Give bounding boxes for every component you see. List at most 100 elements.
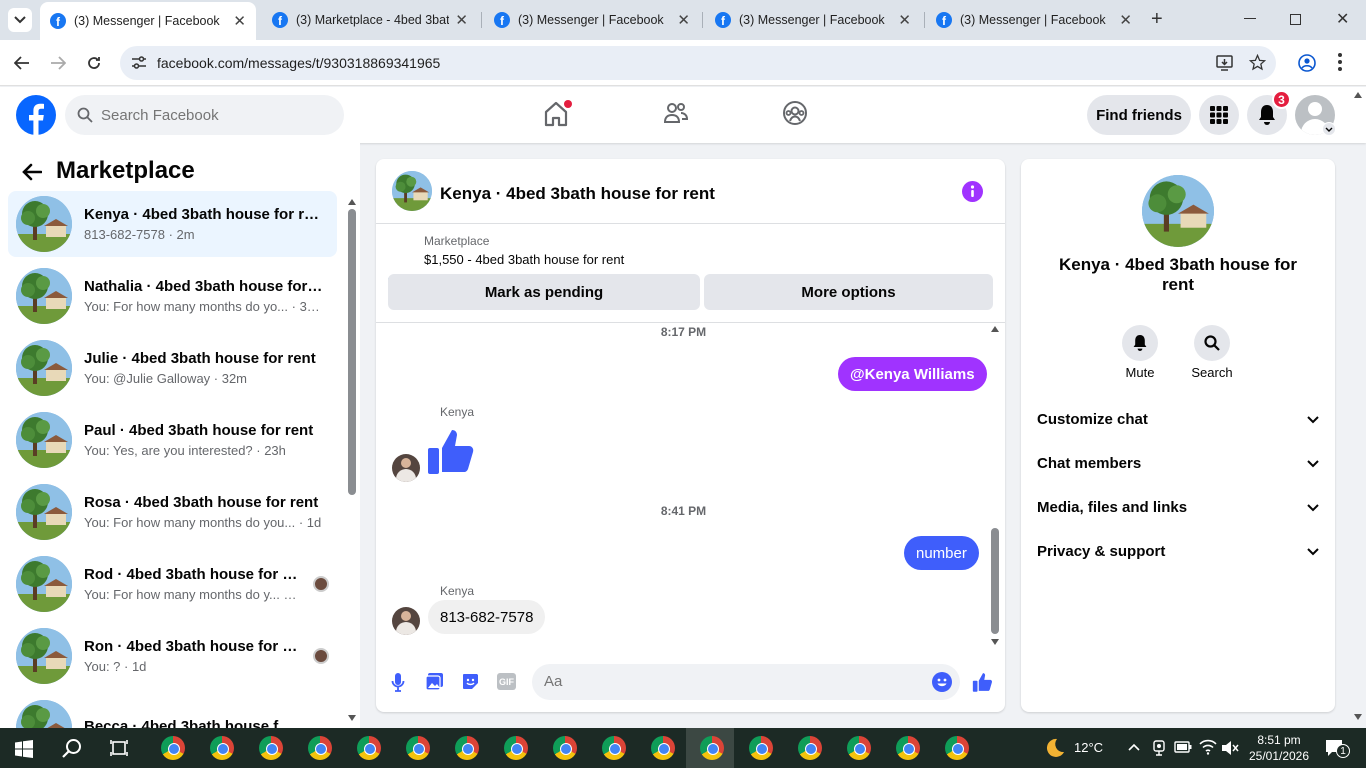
conversation-item-kenya[interactable]: Kenya · 4bed 3bath house for rent 813-682… (8, 191, 337, 257)
mute-button[interactable] (1122, 325, 1158, 361)
close-tab-icon[interactable]: ✕ (455, 11, 468, 29)
more-options-button[interactable]: More options (704, 274, 993, 310)
chrome-taskbar-icon[interactable] (700, 736, 724, 760)
chrome-taskbar-icon[interactable] (896, 736, 920, 760)
back-arrow-icon[interactable] (14, 55, 30, 71)
weather-temperature[interactable]: 12°C (1074, 740, 1103, 755)
privacy-support-section[interactable]: Privacy & support (1037, 543, 1319, 560)
chrome-taskbar-icon[interactable] (798, 736, 822, 760)
page-scroll-down-arrow[interactable] (1354, 714, 1362, 720)
scroll-down-arrow[interactable] (991, 639, 999, 645)
close-tab-icon[interactable]: ✕ (677, 11, 690, 29)
sender-avatar[interactable] (392, 607, 420, 635)
chrome-taskbar-icon[interactable] (847, 736, 871, 760)
task-view-icon[interactable] (110, 739, 128, 757)
chrome-taskbar-icon[interactable] (651, 736, 675, 760)
photo-icon[interactable] (425, 672, 444, 691)
groups-icon[interactable] (782, 100, 808, 126)
close-tab-icon[interactable]: ✕ (1119, 11, 1132, 29)
scroll-up-arrow[interactable] (991, 326, 999, 332)
emoji-icon[interactable] (932, 672, 952, 692)
moon-weather-icon[interactable] (1042, 736, 1066, 760)
page-scroll-up-arrow[interactable] (1354, 92, 1362, 98)
profile-icon[interactable] (1298, 54, 1316, 72)
account-chevron-icon[interactable] (1322, 122, 1336, 136)
chrome-taskbar-icon[interactable] (161, 736, 185, 760)
battery-icon[interactable] (1174, 741, 1192, 753)
facebook-search-box[interactable] (65, 95, 344, 135)
conversation-item-rod[interactable]: Rod · 4bed 3bath house for re... You: For… (8, 551, 337, 617)
conversation-item-nathalia[interactable]: Nathalia · 4bed 3bath house for ... You: … (8, 263, 337, 329)
message-input[interactable] (544, 673, 914, 690)
back-arrow-icon[interactable] (22, 163, 42, 181)
search-in-conversation-button[interactable] (1194, 325, 1230, 361)
gif-icon[interactable]: GIF (497, 673, 516, 690)
chrome-taskbar-icon[interactable] (504, 736, 528, 760)
chat-title[interactable]: Kenya · 4bed 3bath house for rent (440, 184, 715, 204)
bookmark-star-icon[interactable] (1249, 54, 1266, 71)
browser-tab-1[interactable]: f (3) Marketplace - 4bed 3bath ✕ (262, 4, 478, 36)
sticker-icon[interactable] (461, 672, 480, 691)
forward-arrow-icon[interactable] (50, 55, 66, 71)
speaker-muted-icon[interactable] (1221, 740, 1239, 756)
install-app-icon[interactable] (1216, 55, 1233, 71)
conversation-item-julie[interactable]: Julie · 4bed 3bath house for rent You: @J… (8, 335, 337, 401)
scroll-down-arrow[interactable] (348, 715, 356, 721)
friends-icon[interactable] (663, 100, 689, 126)
chrome-taskbar-icon[interactable] (749, 736, 773, 760)
chrome-taskbar-icon[interactable] (945, 736, 969, 760)
media-files-links-section[interactable]: Media, files and links (1037, 499, 1319, 516)
thumbs-up-sticker-icon[interactable] (426, 425, 478, 477)
reload-icon[interactable] (86, 55, 102, 71)
taskbar-clock[interactable]: 8:51 pm 25/01/2026 (1246, 732, 1312, 764)
chrome-taskbar-icon[interactable] (406, 736, 430, 760)
menu-button[interactable] (1199, 95, 1239, 135)
conversation-item-becca[interactable]: Becca · 4bed 3bath house for ... (8, 695, 337, 728)
chrome-taskbar-icon[interactable] (602, 736, 626, 760)
browser-tab-4[interactable]: f (3) Messenger | Facebook ✕ (926, 4, 1142, 36)
new-tab-plus-icon[interactable]: + (1151, 8, 1163, 31)
windows-start-icon[interactable] (15, 740, 33, 758)
close-tab-icon[interactable]: ✕ (233, 12, 246, 30)
conversation-item-ron[interactable]: Ron · 4bed 3bath house for rent You: ? · … (8, 623, 337, 689)
send-like-icon[interactable] (972, 671, 994, 693)
listing-description[interactable]: $1,550 - 4bed 3bath house for rent (424, 252, 624, 267)
restore-icon[interactable] (1290, 14, 1301, 25)
chrome-taskbar-icon[interactable] (357, 736, 381, 760)
sender-avatar[interactable] (392, 454, 420, 482)
sent-message-bubble[interactable]: @Kenya Williams (838, 357, 987, 391)
profile-listing-avatar[interactable] (1142, 175, 1214, 247)
conversation-item-rosa[interactable]: Rosa · 4bed 3bath house for rent You: For… (8, 479, 337, 545)
wifi-icon[interactable] (1199, 739, 1217, 755)
find-friends-button[interactable]: Find friends (1087, 95, 1191, 135)
chrome-taskbar-icon[interactable] (553, 736, 577, 760)
sent-message-bubble[interactable]: number (904, 536, 979, 570)
chevron-up-icon[interactable] (1128, 743, 1140, 751)
close-tab-icon[interactable]: ✕ (898, 11, 911, 29)
taskbar-search-icon[interactable] (62, 738, 82, 758)
chat-listing-avatar[interactable] (392, 171, 432, 211)
facebook-search-input[interactable] (101, 106, 321, 124)
chrome-taskbar-icon[interactable] (308, 736, 332, 760)
site-settings-icon[interactable] (131, 56, 147, 70)
conversation-item-paul[interactable]: Paul · 4bed 3bath house for rent You: Yes… (8, 407, 337, 473)
microphone-icon[interactable] (391, 672, 405, 692)
customize-chat-section[interactable]: Customize chat (1037, 411, 1319, 428)
chat-members-section[interactable]: Chat members (1037, 455, 1319, 472)
facebook-logo-icon[interactable] (16, 95, 56, 135)
browser-tab-0[interactable]: f (3) Messenger | Facebook ✕ (40, 2, 256, 40)
scroll-up-arrow[interactable] (348, 199, 356, 205)
chat-scrollbar-thumb[interactable] (991, 528, 999, 634)
info-icon[interactable] (962, 181, 983, 202)
sidebar-scrollbar-thumb[interactable] (348, 209, 356, 495)
received-message-bubble[interactable]: 813-682-7578 (428, 600, 546, 634)
minimize-icon[interactable] (1244, 18, 1256, 19)
mark-as-pending-button[interactable]: Mark as pending (388, 274, 700, 310)
window-close-icon[interactable]: ✕ (1336, 9, 1349, 29)
chrome-taskbar-icon[interactable] (455, 736, 479, 760)
chrome-taskbar-icon[interactable] (259, 736, 283, 760)
address-bar[interactable]: facebook.com/messages/t/930318869341965 (120, 46, 1276, 80)
webcam-icon[interactable] (1152, 740, 1166, 756)
tab-search-button[interactable] (8, 8, 32, 32)
message-composer[interactable] (532, 664, 960, 700)
